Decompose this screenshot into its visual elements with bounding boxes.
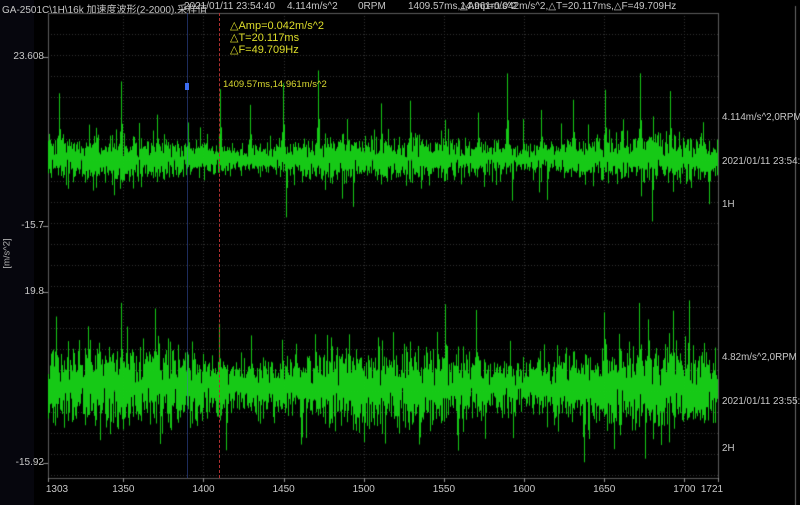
x-tick-label: 1450 <box>264 484 304 495</box>
x-tick-label: 1550 <box>424 484 464 495</box>
y-max-label-2h: 19.8 <box>6 286 44 297</box>
secondary-cursor-marker[interactable] <box>185 83 189 90</box>
datetime-label-2h: 2021/01/11 23:55:20 <box>722 396 800 407</box>
x-tick-label: 1600 <box>504 484 544 495</box>
y-max-label-1h: 23.608 <box>6 51 44 62</box>
waveform-canvas <box>0 0 800 505</box>
peak-rpm-label-1h: 4.114m/s^2,0RPM <box>722 112 800 123</box>
peak-rpm-label-2h: 4.82m/s^2,0RPM <box>722 352 797 363</box>
x-tick-label: 1721 <box>692 484 732 495</box>
y-axis-unit-label: [m/s^2] <box>2 226 15 282</box>
x-tick-label: 1303 <box>37 484 77 495</box>
channel-label-1h: 1H <box>722 199 735 210</box>
vibration-analyzer-window: GA-2501C\1H\16k 加速度波形(2-2000).采样值 2021/0… <box>0 0 800 505</box>
x-tick-label: 1650 <box>584 484 624 495</box>
x-tick-label: 1350 <box>103 484 143 495</box>
datetime-label-1h: 2021/01/11 23:54:40 <box>722 156 800 167</box>
delta-freq-annotation: △F=49.709Hz <box>230 43 299 56</box>
cursor-position-label: 1409.57ms,14.961m/s^2 <box>223 79 327 90</box>
primary-cursor-line[interactable] <box>219 13 220 478</box>
x-tick-label: 1500 <box>344 484 384 495</box>
channel-label-2h: 2H <box>722 443 735 454</box>
y-min-label-2h: -15.92 <box>6 457 44 468</box>
x-tick-label: 1400 <box>183 484 223 495</box>
